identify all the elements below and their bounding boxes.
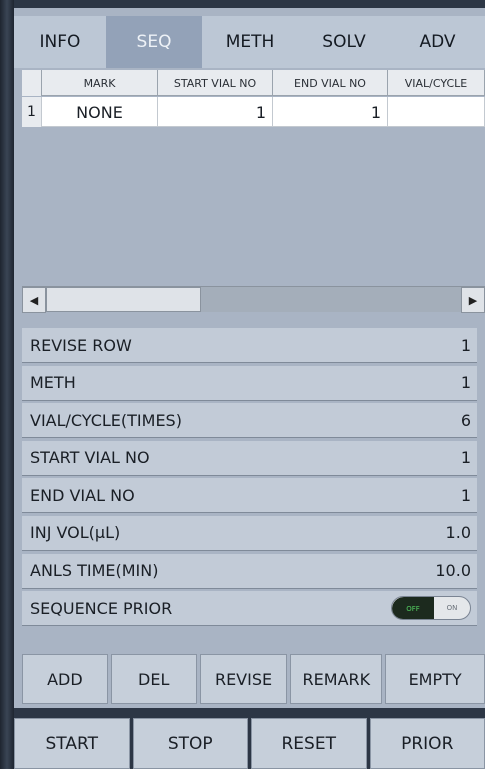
tab-meth[interactable]: METH bbox=[202, 16, 298, 68]
column-header-end-vial: END VIAL NO bbox=[273, 70, 388, 96]
param-value: 1 bbox=[460, 448, 471, 468]
column-header-start-vial: START VIAL NO bbox=[158, 70, 273, 96]
scroll-right-icon[interactable]: ▶ bbox=[461, 287, 485, 313]
horizontal-scrollbar[interactable]: ◀ ▶ bbox=[22, 286, 485, 313]
param-value: 10.0 bbox=[435, 561, 471, 581]
column-header-mark: MARK bbox=[42, 70, 158, 96]
cell-mark[interactable]: NONE bbox=[42, 97, 158, 127]
cell-start-vial[interactable]: 1 bbox=[158, 97, 273, 127]
param-start-vial[interactable]: START VIAL NO 1 bbox=[22, 440, 477, 476]
del-button[interactable]: DEL bbox=[110, 654, 197, 704]
param-sequence-prior: SEQUENCE PRIOR OFF ON bbox=[22, 591, 477, 627]
start-button[interactable]: START bbox=[14, 718, 130, 769]
param-label: REVISE ROW bbox=[30, 335, 132, 355]
prior-button[interactable]: PRIOR bbox=[369, 718, 485, 769]
scrollbar-thumb[interactable] bbox=[46, 287, 201, 312]
action-buttons: ADD DEL REVISE REMARK EMPTY bbox=[22, 654, 485, 712]
param-label: METH bbox=[30, 373, 76, 393]
param-inj-vol[interactable]: INJ VOL(μL) 1.0 bbox=[22, 515, 477, 551]
scrollbar-track[interactable] bbox=[46, 287, 461, 312]
param-value: 6 bbox=[460, 410, 471, 430]
scroll-left-icon[interactable]: ◀ bbox=[22, 287, 46, 313]
param-label: SEQUENCE PRIOR bbox=[30, 598, 173, 618]
parameter-list: REVISE ROW 1 METH 1 VIAL/CYCLE(TIMES) 6 … bbox=[22, 328, 477, 638]
param-value: 1 bbox=[460, 335, 471, 355]
param-value: 1 bbox=[460, 485, 471, 505]
param-label: VIAL/CYCLE(TIMES) bbox=[30, 410, 182, 430]
param-meth[interactable]: METH 1 bbox=[22, 365, 477, 401]
column-header-vial-cycle: VIAL/CYCLE bbox=[388, 70, 485, 96]
sequence-table: MARK START VIAL NO END VIAL NO VIAL/CYCL… bbox=[22, 68, 485, 318]
empty-button[interactable]: EMPTY bbox=[385, 654, 485, 704]
tab-adv[interactable]: ADV bbox=[390, 16, 485, 68]
remark-button[interactable]: REMARK bbox=[290, 654, 383, 704]
window-frame-left bbox=[0, 0, 14, 769]
revise-button[interactable]: REVISE bbox=[199, 654, 288, 704]
param-value: 1 bbox=[460, 373, 471, 393]
cell-end-vial[interactable]: 1 bbox=[273, 97, 388, 127]
param-vial-cycle[interactable]: VIAL/CYCLE(TIMES) 6 bbox=[22, 403, 477, 439]
param-value: 1.0 bbox=[445, 523, 471, 543]
sequence-grid: MARK START VIAL NO END VIAL NO VIAL/CYCL… bbox=[22, 70, 485, 286]
param-anls-time[interactable]: ANLS TIME(MIN) 10.0 bbox=[22, 553, 477, 589]
main-panel: INFO SEQ METH SOLV ADV MARK START VIAL N… bbox=[14, 8, 485, 708]
bottom-control-bar: START STOP RESET PRIOR bbox=[14, 718, 485, 769]
toggle-off-side: OFF bbox=[392, 597, 434, 620]
toggle-on-side: ON bbox=[446, 604, 458, 613]
reset-button[interactable]: RESET bbox=[251, 718, 367, 769]
table-row[interactable]: 1 NONE 1 1 bbox=[22, 97, 485, 127]
param-label: ANLS TIME(MIN) bbox=[30, 561, 159, 581]
param-revise-row[interactable]: REVISE ROW 1 bbox=[22, 328, 477, 363]
stop-button[interactable]: STOP bbox=[132, 718, 248, 769]
tab-solv[interactable]: SOLV bbox=[298, 16, 390, 68]
param-label: END VIAL NO bbox=[30, 485, 135, 505]
column-header-row-number bbox=[22, 70, 42, 96]
tab-info[interactable]: INFO bbox=[14, 16, 106, 68]
add-button[interactable]: ADD bbox=[22, 654, 108, 704]
tab-bar: INFO SEQ METH SOLV ADV bbox=[14, 16, 485, 68]
param-label: START VIAL NO bbox=[30, 448, 150, 468]
tab-seq[interactable]: SEQ bbox=[106, 16, 202, 68]
table-header: MARK START VIAL NO END VIAL NO VIAL/CYCL… bbox=[22, 70, 485, 96]
cell-vial-cycle[interactable] bbox=[388, 97, 485, 127]
param-label: INJ VOL(μL) bbox=[30, 523, 121, 543]
param-end-vial[interactable]: END VIAL NO 1 bbox=[22, 478, 477, 514]
row-number: 1 bbox=[22, 97, 42, 127]
sequence-prior-toggle[interactable]: OFF ON bbox=[391, 596, 471, 621]
